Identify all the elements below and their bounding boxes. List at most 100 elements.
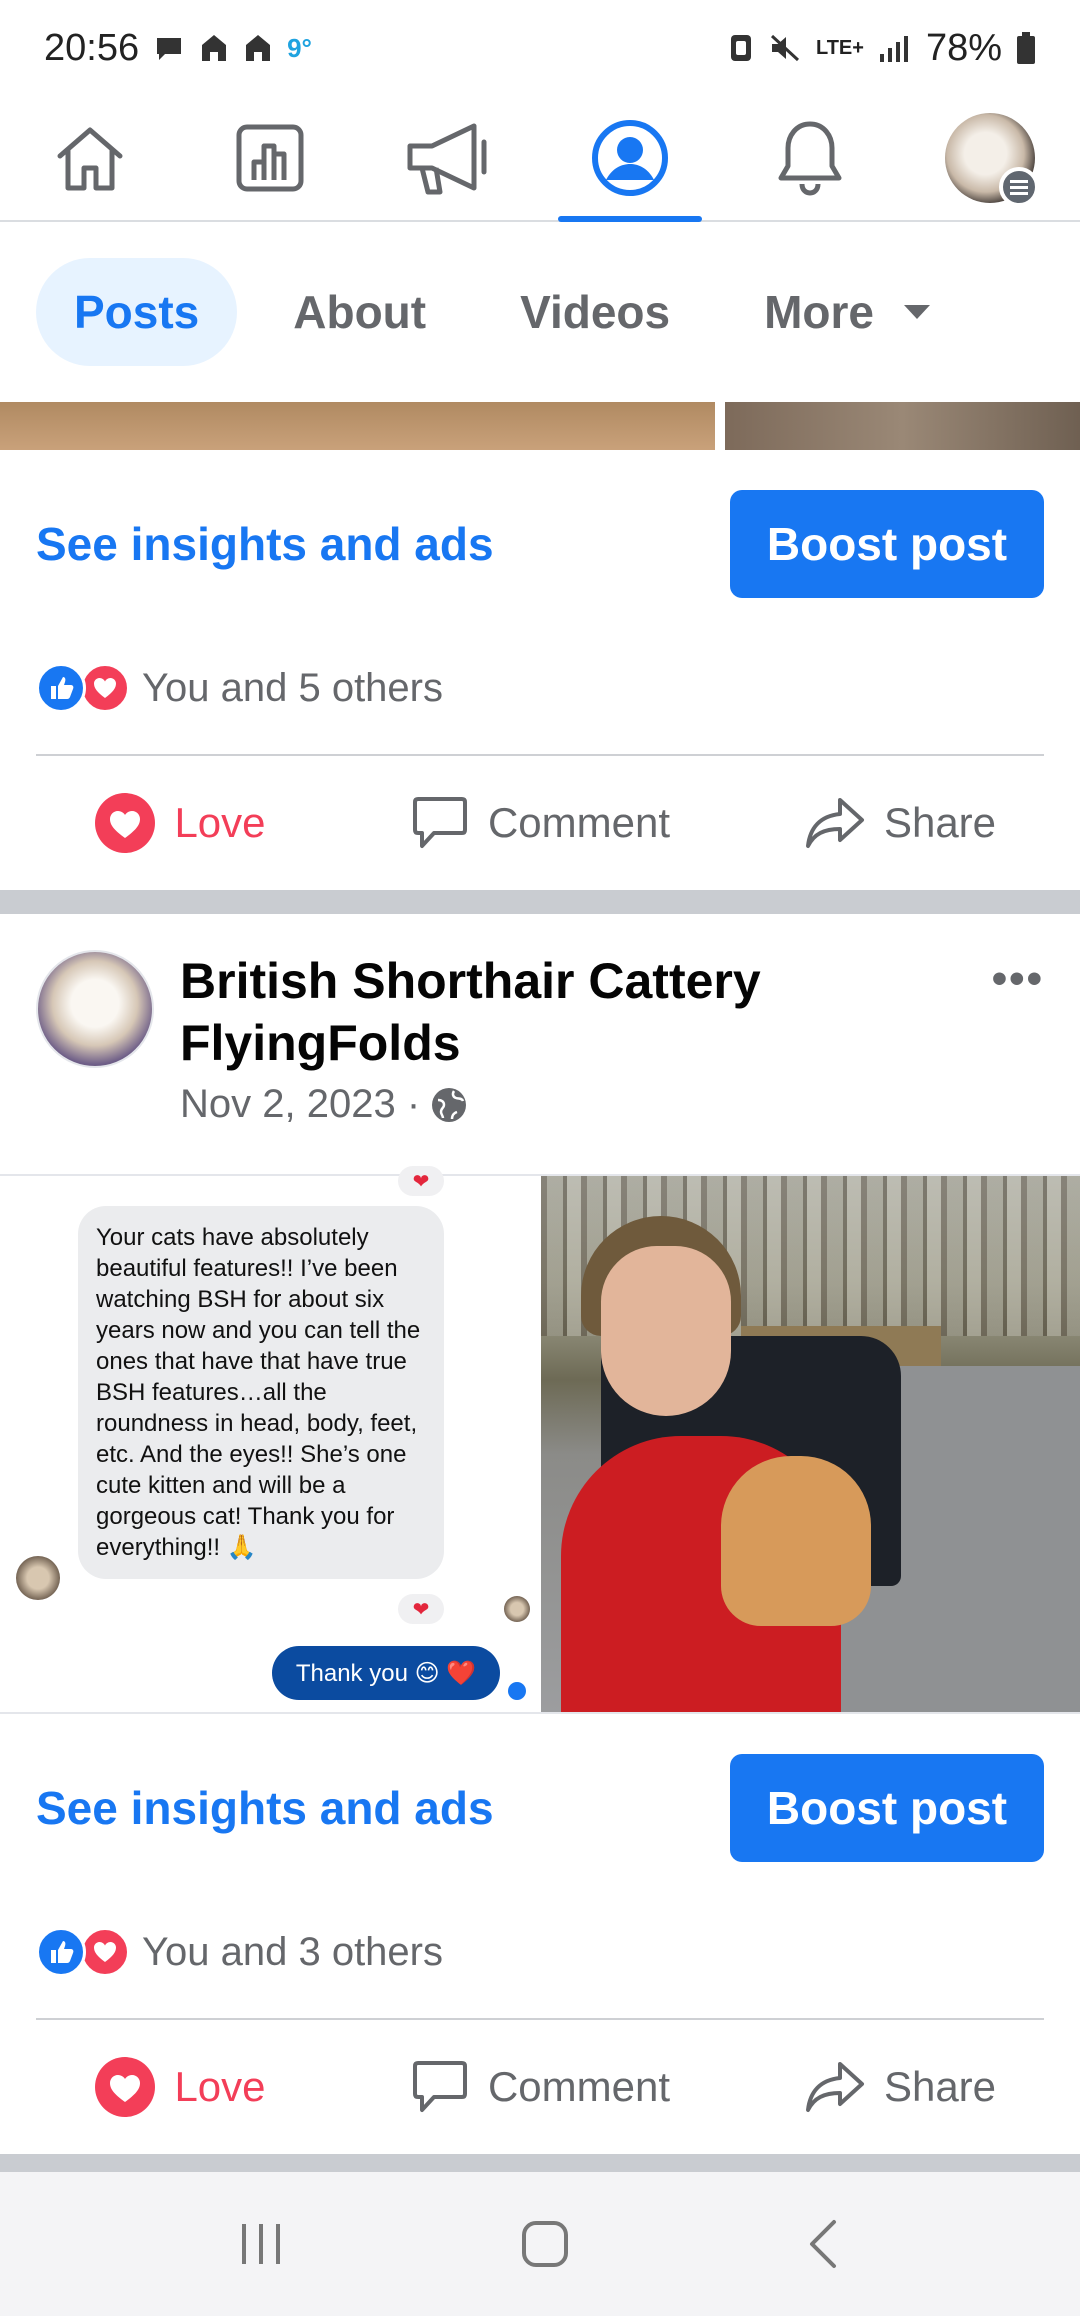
comment-label: Comment	[487, 799, 671, 846]
nav-account-menu[interactable]	[900, 96, 1080, 220]
reactions-summary[interactable]: You and 3 others	[36, 1922, 443, 1982]
tab-posts[interactable]: Posts	[36, 258, 238, 366]
post-photo	[725, 402, 1080, 450]
boost-post-button[interactable]: Boost post	[730, 1754, 1044, 1862]
system-navigation-bar	[0, 2172, 1080, 2316]
heart-reaction-icon: ❤	[398, 1166, 444, 1196]
status-time: 20:56	[44, 26, 140, 69]
share-button[interactable]: Share	[720, 2058, 1080, 2116]
weather-temperature: 9°	[287, 32, 312, 63]
home-notification-icon-2	[246, 35, 271, 61]
comment-button[interactable]: Comment	[360, 2058, 720, 2116]
see-insights-link[interactable]: See insights and ads	[36, 1781, 494, 1835]
like-reaction-icon	[36, 1927, 86, 1977]
reactions-count-text: You and 3 others	[142, 1929, 443, 1974]
chat-screenshot-image: ❤ Your cats have absolutely beautiful fe…	[0, 1166, 541, 1712]
love-button[interactable]: Love	[0, 2056, 360, 2118]
tab-about-label: About	[293, 286, 427, 338]
woman-holding-kitten-photo	[541, 1176, 1080, 1712]
like-reaction-icon	[36, 663, 86, 713]
post-actions: Love Comment Share	[0, 758, 1080, 888]
post-images[interactable]: ❤ Your cats have absolutely beautiful fe…	[0, 1166, 1080, 1714]
boost-post-label: Boost post	[766, 1782, 1008, 1834]
nav-ads[interactable]	[360, 96, 540, 220]
chat-avatar	[16, 1556, 60, 1600]
chat-message-bubble: Your cats have absolutely beautiful feat…	[78, 1206, 444, 1579]
battery-percent: 78%	[925, 26, 1002, 69]
home-notification-icon	[202, 35, 227, 61]
chat-notification-icon	[157, 38, 182, 60]
comment-button[interactable]: Comment	[360, 794, 720, 852]
caret-down-icon	[904, 305, 931, 319]
tab-videos-label: Videos	[520, 286, 671, 338]
share-label: Share	[883, 2063, 997, 2110]
comment-label: Comment	[487, 2063, 671, 2110]
love-reaction-icon	[80, 663, 130, 713]
nfc-icon	[730, 35, 751, 61]
post-date[interactable]: Nov 2, 2023 ·	[180, 1082, 420, 1127]
back-icon[interactable]	[804, 2218, 844, 2270]
menu-icon	[999, 167, 1039, 207]
see-insights-link[interactable]: See insights and ads	[36, 517, 494, 571]
home-icon	[57, 127, 123, 191]
network-type: LTE+	[815, 36, 864, 59]
boost-post-label: Boost post	[766, 518, 1008, 570]
love-reaction-icon	[80, 1927, 130, 1977]
share-label: Share	[883, 799, 997, 846]
love-icon	[95, 2057, 156, 2117]
comment-icon	[412, 2061, 467, 2112]
love-label: Love	[174, 2063, 266, 2110]
bell-icon	[778, 121, 842, 196]
tab-more-label: More	[764, 286, 875, 338]
share-icon	[805, 2062, 864, 2112]
post-author-name[interactable]: British Shorthair Cattery FlyingFolds	[180, 950, 880, 1074]
profile-tabs: Posts About Videos More	[0, 222, 1080, 402]
divider	[36, 754, 1044, 756]
megaphone-icon	[407, 123, 487, 195]
more-options-icon[interactable]: •••	[992, 954, 1044, 1004]
tab-posts-label: Posts	[74, 286, 200, 338]
post-header: British Shorthair Cattery FlyingFolds No…	[0, 914, 1080, 1170]
home-button-icon[interactable]	[519, 2218, 571, 2270]
post-actions: Love Comment Share	[0, 2022, 1080, 2152]
status-bar: 20:56 9° LTE+ 78%	[0, 0, 1080, 96]
reaction-icons	[36, 1927, 130, 1977]
comment-icon	[412, 797, 467, 848]
share-button[interactable]: Share	[720, 794, 1080, 852]
recent-apps-icon[interactable]	[236, 2219, 286, 2269]
reactions-count-text: You and 5 others	[142, 665, 443, 710]
tab-about[interactable]: About	[255, 258, 464, 366]
page-avatar[interactable]	[36, 950, 154, 1068]
post-photo	[0, 402, 715, 450]
post-insights-row: See insights and ads Boost post	[0, 1754, 1080, 1862]
battery-icon	[1017, 32, 1035, 64]
post-separator	[0, 2154, 1080, 2172]
share-icon	[805, 798, 864, 848]
globe-icon	[432, 1087, 467, 1122]
nav-profile[interactable]	[540, 96, 720, 222]
post-meta: Nov 2, 2023 ·	[180, 1082, 468, 1127]
tab-more[interactable]: More	[726, 258, 968, 366]
signal-icon	[879, 36, 908, 62]
profile-icon	[592, 120, 668, 196]
heart-reaction-icon: ❤	[398, 1594, 444, 1624]
post-insights-row: See insights and ads Boost post	[0, 490, 1080, 598]
account-avatar	[945, 113, 1039, 207]
nav-notifications[interactable]	[720, 96, 900, 220]
nav-home[interactable]	[0, 96, 180, 220]
tab-videos[interactable]: Videos	[482, 258, 708, 366]
mute-icon	[770, 34, 799, 62]
love-label: Love	[174, 799, 266, 846]
divider	[36, 2018, 1044, 2020]
top-navigation	[0, 96, 1080, 222]
boost-post-button[interactable]: Boost post	[730, 490, 1044, 598]
previous-post-images[interactable]	[0, 402, 1080, 450]
reactions-summary[interactable]: You and 5 others	[36, 658, 443, 718]
dashboard-icon	[236, 124, 304, 192]
chat-reply-bubble: Thank you 😊 ❤️	[272, 1646, 500, 1700]
love-button[interactable]: Love	[0, 792, 360, 854]
post-separator	[0, 890, 1080, 914]
nav-dashboard[interactable]	[180, 96, 360, 220]
reaction-icons	[36, 663, 130, 713]
chat-avatar-small	[504, 1596, 530, 1622]
